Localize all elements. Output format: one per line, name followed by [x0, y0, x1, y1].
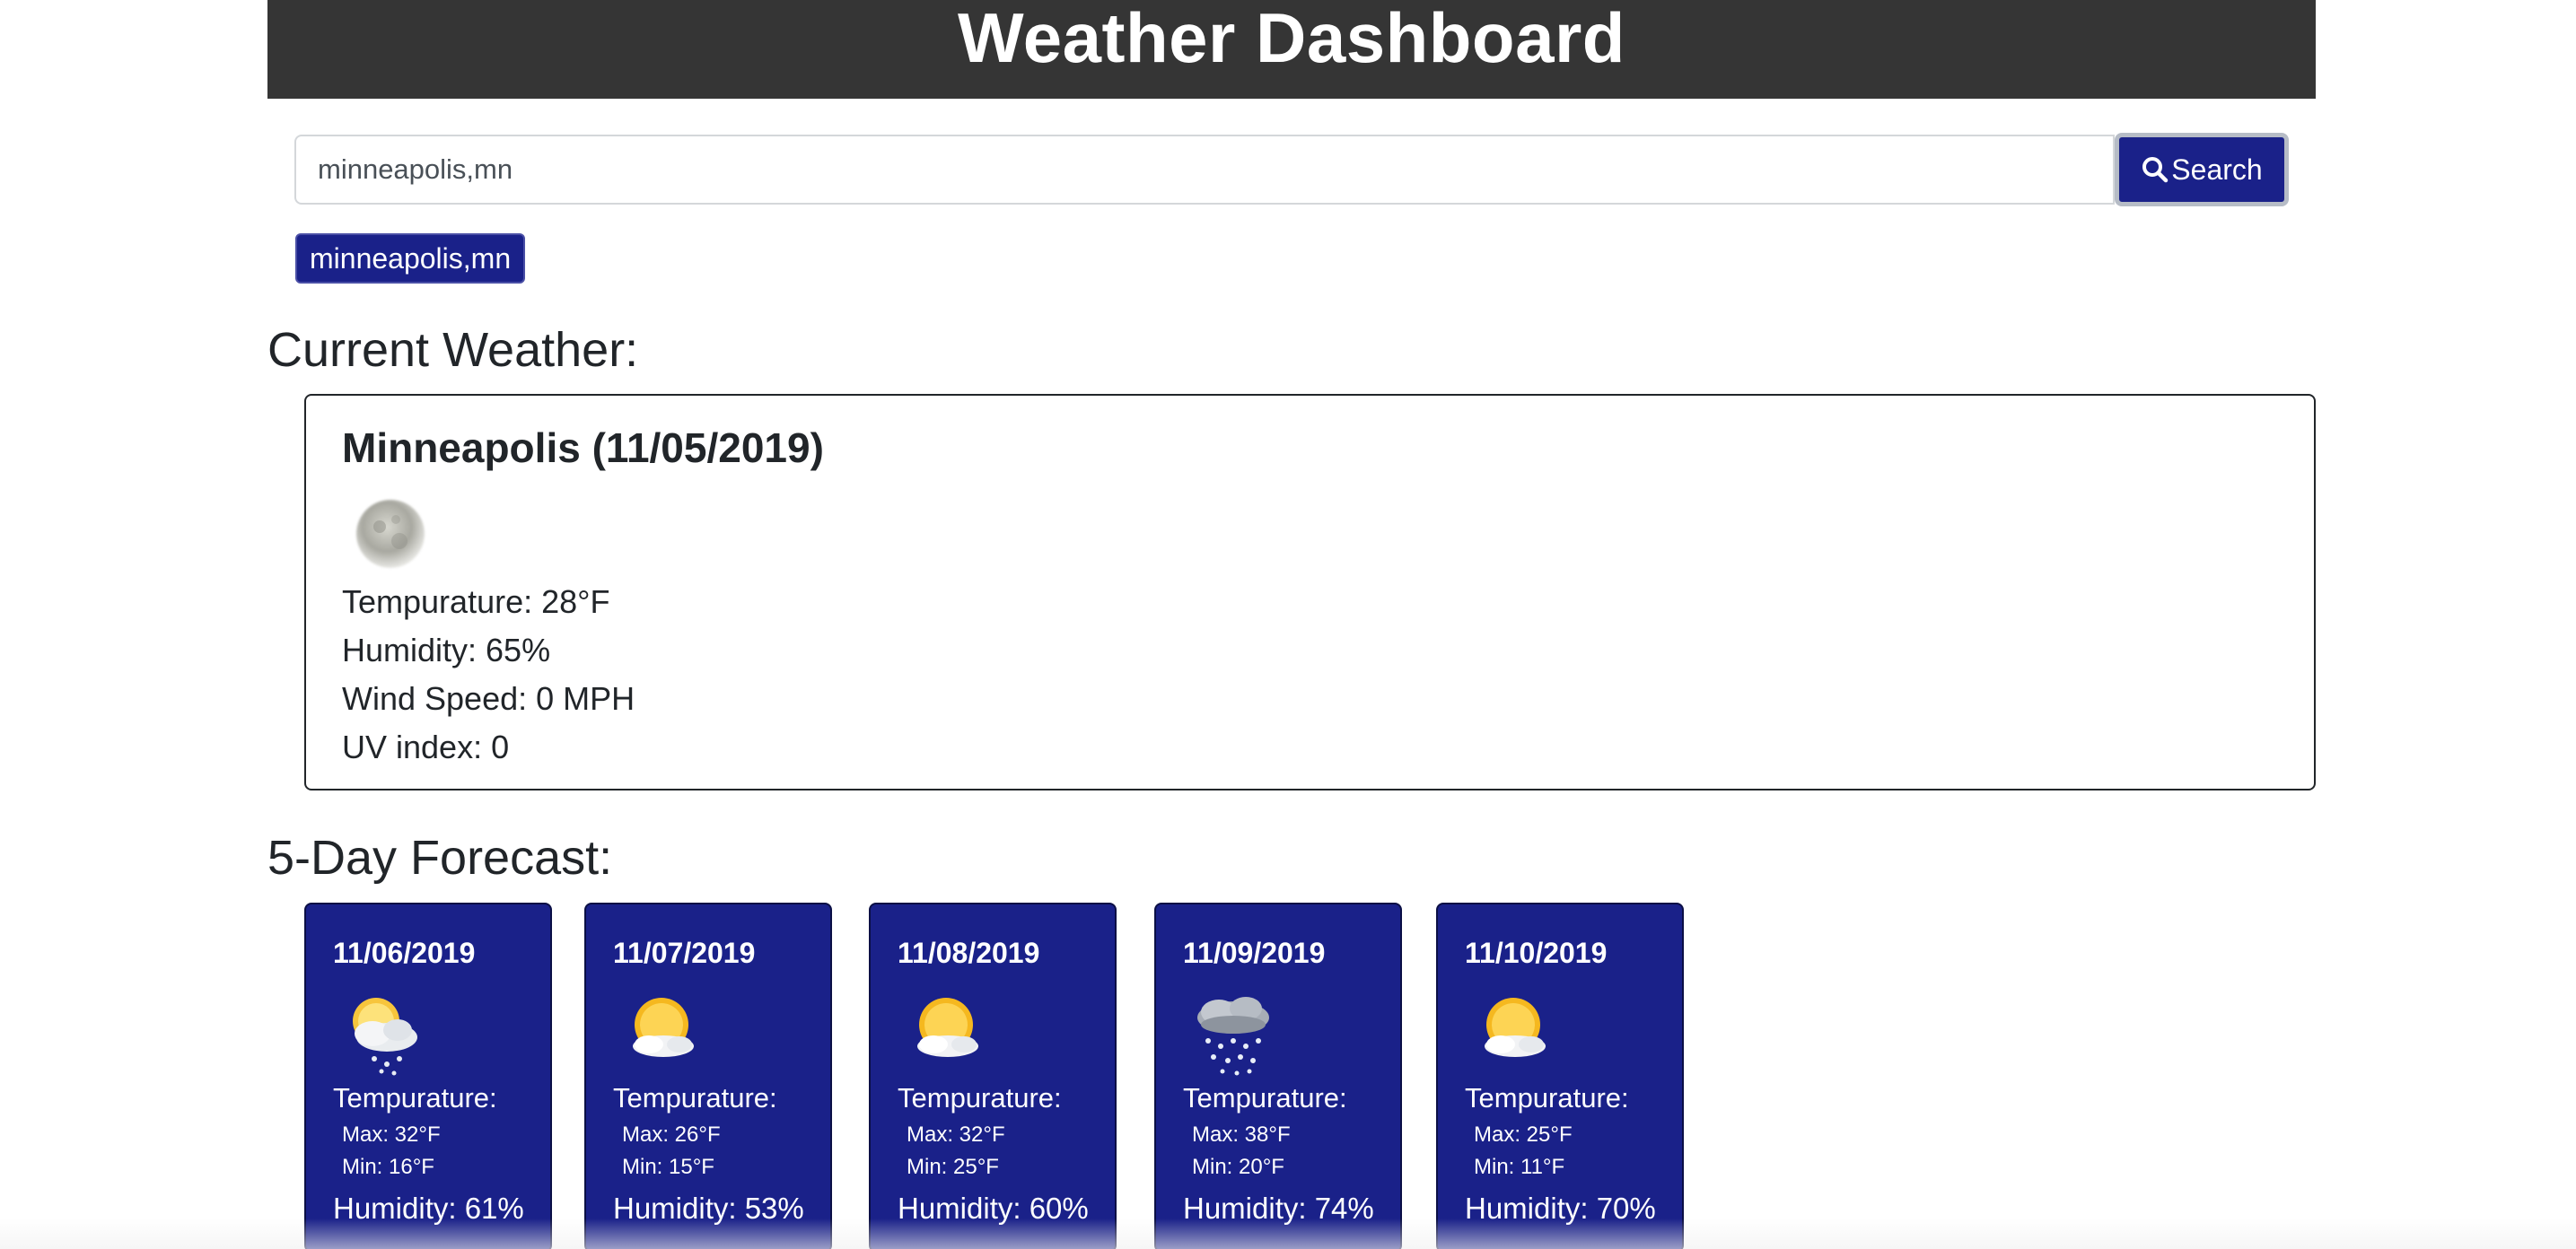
- forecast-max: Max: 26°F: [622, 1122, 721, 1147]
- forecast-humidity: Humidity: 70%: [1465, 1192, 1656, 1225]
- partly-sunny-icon: [917, 998, 978, 1057]
- partly-cloudy-snow-icon: [353, 998, 417, 1076]
- search-button[interactable]: Search: [2115, 133, 2289, 206]
- search-input[interactable]: [294, 135, 2115, 205]
- forecast-date: 11/10/2019: [1465, 937, 1608, 969]
- forecast-card: 11/10/2019 Tempurature: Max: 25°F Min: 1…: [1436, 903, 1684, 1249]
- current-weather-heading: Current Weather:: [267, 323, 639, 377]
- forecast-humidity: Humidity: 74%: [1183, 1192, 1374, 1225]
- search-bar: Search: [294, 133, 2289, 206]
- search-history: minneapolis,mn: [295, 233, 526, 284]
- current-humidity: Humidity: 65%: [342, 632, 551, 668]
- forecast-date: 11/06/2019: [333, 937, 476, 969]
- forecast-heading: 5-Day Forecast:: [267, 831, 613, 885]
- moon-icon: [356, 500, 425, 568]
- forecast-temp-label: Tempurature:: [613, 1082, 777, 1114]
- current-uv-index: UV index: 0: [342, 729, 510, 765]
- forecast-date: 11/09/2019: [1183, 937, 1326, 969]
- search-icon: [2142, 157, 2169, 183]
- forecast-humidity: Humidity: 61%: [333, 1192, 524, 1225]
- forecast-min: Min: 11°F: [1474, 1155, 1565, 1179]
- forecast-temp-label: Tempurature:: [1465, 1082, 1629, 1114]
- forecast-max: Max: 25°F: [1474, 1122, 1573, 1147]
- forecast-min: Min: 15°F: [622, 1155, 714, 1179]
- current-temperature: Tempurature: 28°F: [342, 583, 610, 620]
- forecast-date: 11/07/2019: [613, 937, 756, 969]
- forecast-temp-label: Tempurature:: [898, 1082, 1062, 1114]
- forecast-card: 11/09/2019 Tempurature: Max: 38°F Min: 2…: [1154, 903, 1402, 1249]
- forecast-card: 11/06/2019 Tempurature: Max: 32°F Min: 1…: [304, 903, 552, 1249]
- forecast-date: 11/08/2019: [898, 937, 1040, 969]
- current-wind-speed: Wind Speed: 0 MPH: [342, 680, 635, 717]
- forecast-temp-label: Tempurature:: [1183, 1082, 1347, 1114]
- snow-cloud-icon: [1197, 997, 1269, 1076]
- current-weather-card: Minneapolis (11/05/2019) Tempurature: 28…: [304, 394, 2316, 790]
- forecast-min: Min: 25°F: [907, 1155, 999, 1179]
- partly-sunny-icon: [633, 998, 694, 1057]
- forecast-humidity: Humidity: 60%: [898, 1192, 1089, 1225]
- forecast-card: 11/08/2019 Tempurature: Max: 32°F Min: 2…: [869, 903, 1117, 1249]
- page: Weather Dashboard Search minneapolis,mn …: [0, 0, 2576, 1249]
- partly-sunny-icon: [1485, 998, 1546, 1057]
- forecast-min: Min: 16°F: [342, 1155, 434, 1179]
- forecast-card: 11/07/2019 Tempurature: Max: 26°F Min: 1…: [584, 903, 832, 1249]
- forecast-humidity: Humidity: 53%: [613, 1192, 804, 1225]
- forecast-max: Max: 38°F: [1192, 1122, 1291, 1147]
- forecast-temp-label: Tempurature:: [333, 1082, 497, 1114]
- forecast-max: Max: 32°F: [907, 1122, 1005, 1147]
- main-container: Weather Dashboard Search minneapolis,mn …: [267, 0, 2316, 1249]
- page-title: Weather Dashboard: [958, 0, 1625, 77]
- search-button-label: Search: [2171, 153, 2263, 186]
- app-header: Weather Dashboard: [267, 0, 2316, 99]
- forecast-max: Max: 32°F: [342, 1122, 441, 1147]
- current-city-date: Minneapolis (11/05/2019): [342, 424, 824, 471]
- forecast-min: Min: 20°F: [1192, 1155, 1284, 1179]
- history-item[interactable]: minneapolis,mn: [295, 233, 526, 284]
